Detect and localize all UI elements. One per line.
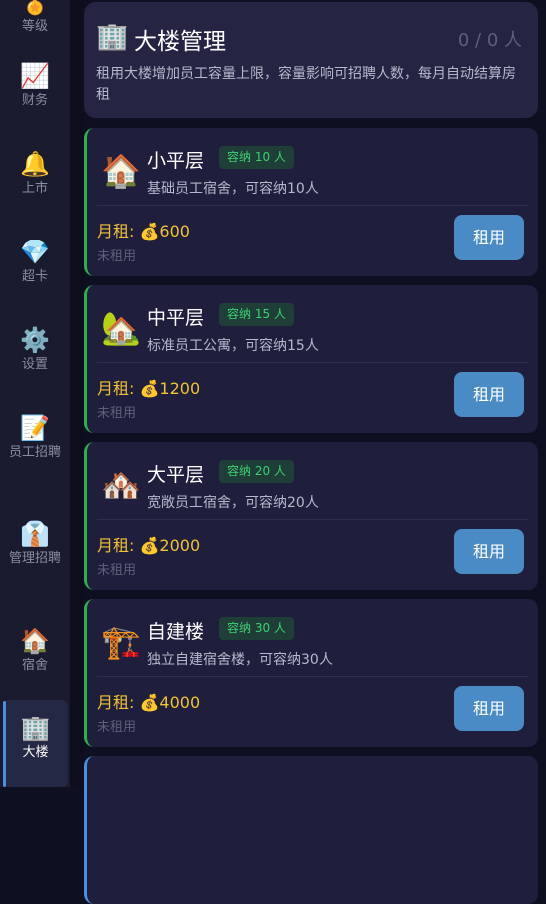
floor-name: 小平层 — [147, 150, 205, 172]
money-bag-icon: 💰 — [139, 693, 160, 712]
sidebar-item-settings[interactable]: ⚙️ 设置 — [0, 326, 70, 374]
sidebar-item-label: 等级 — [21, 19, 48, 34]
rent-amount: 月租: 💰600 — [97, 222, 190, 241]
sidebar: 🏅 等级 📈 财务 🔔 上市 💎 超卡 ⚙️ 设置 📝 员工招聘 👔 管理招聘 … — [0, 0, 70, 787]
money-bag-icon: 💰 — [139, 222, 160, 241]
rent-amount: 月租: 💰1200 — [97, 379, 201, 398]
sidebar-item-label: 财务 — [21, 93, 48, 108]
main-content[interactable]: 🏢 大楼管理 0 / 0 人 租用大楼增加员工容量上限，容量影响可招聘人数，每月… — [84, 0, 538, 904]
sidebar-item-label: 宿舍 — [21, 658, 48, 673]
sidebar-item-ipo[interactable]: 🔔 上市 — [0, 150, 70, 198]
floor-card-large: 🏘️ 大平层 容纳 20 人 宽敞员工宿舍，可容纳20人 月租: 💰2000 未… — [84, 442, 538, 590]
sidebar-item-label: 上市 — [21, 181, 48, 196]
card-divider — [97, 676, 528, 677]
floor-description: 独立自建宿舍楼，可容纳30人 — [147, 652, 333, 668]
floor-card-small: 🏠 小平层 容纳 10 人 基础员工宿舍，可容纳10人 月租: 💰600 未租用… — [84, 128, 538, 276]
money-bag-icon: 💰 — [139, 536, 160, 555]
rent-status: 未租用 — [97, 720, 137, 735]
capacity-badge: 容纳 20 人 — [219, 460, 294, 483]
sidebar-item-label: 大楼 — [22, 745, 49, 760]
floor-description: 基础员工宿舍，可容纳10人 — [147, 181, 319, 197]
rent-button[interactable]: 租用 — [454, 686, 524, 731]
rent-amount: 月租: 💰2000 — [97, 536, 201, 555]
sidebar-item-dorm[interactable]: 🏠 宿舍 — [0, 627, 70, 675]
houses-icon: 🏘️ — [101, 466, 141, 504]
capacity-badge: 容纳 10 人 — [219, 146, 294, 169]
floor-name: 大平层 — [147, 464, 205, 486]
capacity-badge: 容纳 30 人 — [219, 617, 294, 640]
house-with-garden-icon: 🏡 — [101, 309, 141, 347]
manager-recruit-tie-icon: 👔 — [20, 520, 50, 548]
rent-status: 未租用 — [97, 563, 137, 578]
level-medal-icon: 🏅 — [20, 0, 50, 16]
sidebar-item-label: 员工招聘 — [8, 445, 61, 460]
sidebar-item-building[interactable]: 🏢 大楼 — [3, 700, 68, 787]
rent-button[interactable]: 租用 — [454, 529, 524, 574]
page-title: 大楼管理 — [134, 29, 226, 55]
sidebar-item-finance[interactable]: 📈 财务 — [0, 62, 70, 110]
floor-name: 中平层 — [147, 307, 205, 329]
rent-button[interactable]: 租用 — [454, 215, 524, 260]
finance-chart-icon: 📈 — [20, 62, 50, 90]
sidebar-item-label: 设置 — [21, 357, 48, 372]
rent-button[interactable]: 租用 — [454, 372, 524, 417]
house-icon: 🏠 — [101, 152, 141, 190]
sidebar-item-employee-recruit[interactable]: 📝 员工招聘 — [0, 414, 70, 462]
floor-card-partial — [84, 756, 538, 904]
card-divider — [97, 519, 528, 520]
sidebar-item-level[interactable]: 🏅 等级 — [0, 0, 70, 36]
sidebar-item-manager-recruit[interactable]: 👔 管理招聘 — [0, 520, 70, 568]
rent-status: 未租用 — [97, 249, 137, 264]
sidebar-item-super-card[interactable]: 💎 超卡 — [0, 238, 70, 286]
floor-description: 宽敞员工宿舍，可容纳20人 — [147, 495, 319, 511]
ipo-bell-icon: 🔔 — [20, 150, 50, 178]
floor-description: 标准员工公寓，可容纳15人 — [147, 338, 319, 354]
floor-name: 自建楼 — [147, 621, 205, 643]
building-icon: 🏢 — [20, 714, 51, 742]
settings-gear-icon: ⚙️ — [20, 326, 50, 354]
employee-recruit-memo-icon: 📝 — [20, 414, 50, 442]
card-divider — [97, 362, 528, 363]
capacity-badge: 容纳 15 人 — [219, 303, 294, 326]
construction-crane-icon: 🏗️ — [101, 623, 141, 661]
active-indicator — [3, 701, 6, 787]
rent-amount: 月租: 💰4000 — [97, 693, 201, 712]
money-bag-icon: 💰 — [139, 379, 160, 398]
super-card-diamond-icon: 💎 — [20, 238, 50, 266]
building-header: 🏢 大楼管理 0 / 0 人 租用大楼增加员工容量上限，容量影响可招聘人数，每月… — [84, 2, 538, 118]
sidebar-divider — [70, 0, 84, 787]
page-description: 租用大楼增加员工容量上限，容量影响可招聘人数，每月自动结算房租 — [96, 66, 516, 103]
floor-card-self-built: 🏗️ 自建楼 容纳 30 人 独立自建宿舍楼，可容纳30人 月租: 💰4000 … — [84, 599, 538, 747]
rent-status: 未租用 — [97, 406, 137, 421]
card-divider — [97, 205, 528, 206]
dorm-house-icon: 🏠 — [20, 627, 50, 655]
building-icon: 🏢 — [96, 22, 129, 52]
floor-card-medium: 🏡 中平层 容纳 15 人 标准员工公寓，可容纳15人 月租: 💰1200 未租… — [84, 285, 538, 433]
employee-count: 0 / 0 人 — [457, 30, 522, 51]
sidebar-item-label: 管理招聘 — [8, 551, 61, 566]
sidebar-item-label: 超卡 — [21, 269, 48, 284]
